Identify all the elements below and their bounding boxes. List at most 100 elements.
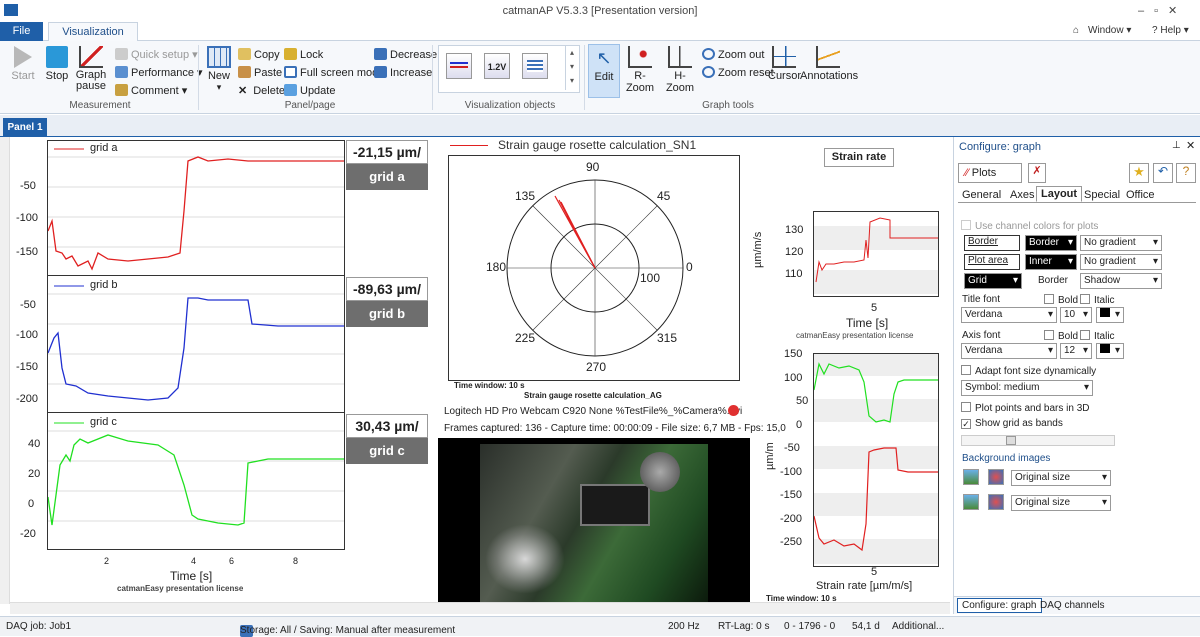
r-zoom-button[interactable]: R-Zoom: [622, 46, 658, 94]
delete-plot-icon[interactable]: ✗: [1028, 163, 1046, 183]
axis-size-select[interactable]: 12: [1060, 343, 1092, 359]
image-effect-icon[interactable]: [988, 494, 1004, 510]
image-effect-icon[interactable]: [988, 469, 1004, 485]
undo-icon[interactable]: ↶: [1153, 163, 1173, 183]
additional-status[interactable]: Additional...: [892, 621, 944, 632]
cursor-button[interactable]: Cursor: [768, 46, 801, 82]
performance-button[interactable]: Performance ▾: [115, 66, 203, 79]
axis-bold-checkbox[interactable]: Bold: [1044, 330, 1078, 342]
border-color-select[interactable]: Border: [1025, 235, 1077, 251]
update-button[interactable]: Update: [284, 84, 335, 97]
house-icon[interactable]: ⌂: [1073, 25, 1079, 36]
tab-configure-graph[interactable]: Configure: graph: [957, 598, 1042, 613]
border-gradient-select[interactable]: No gradient: [1080, 235, 1162, 251]
increase-button[interactable]: Increase: [374, 66, 432, 79]
tab-visualization[interactable]: Visualization: [48, 22, 138, 42]
image-icon[interactable]: [963, 469, 979, 485]
comment-button[interactable]: Comment ▾: [115, 84, 187, 97]
title-font-select[interactable]: Verdana: [961, 307, 1057, 323]
lock-icon: [284, 48, 297, 60]
tab-axes[interactable]: Axes: [1010, 189, 1034, 201]
grid-graph-1[interactable]: grid b: [48, 278, 344, 413]
zoom-reset-label: Zoom reset: [718, 67, 774, 79]
decrease-button[interactable]: Decrease: [374, 48, 437, 61]
plots-icon: ⁄⁄: [965, 167, 972, 179]
grid-color-select[interactable]: Grid: [964, 273, 1022, 289]
grid-graph-0[interactable]: grid a: [48, 141, 344, 276]
y-tick: -20: [20, 528, 36, 540]
pin-icon[interactable]: ⊥: [1172, 140, 1181, 151]
strain-rate-top-chart[interactable]: [813, 211, 939, 297]
new-button[interactable]: New ▾: [204, 46, 234, 93]
star-icon[interactable]: ★: [1129, 163, 1149, 183]
tab-special[interactable]: Special: [1084, 189, 1120, 201]
plot-3d-checkbox[interactable]: Plot points and bars in 3D: [961, 402, 1090, 414]
cursor-icon: [772, 46, 796, 68]
edit-button[interactable]: ↖ Edit: [588, 44, 620, 98]
annotations-button[interactable]: Annotations: [800, 46, 858, 82]
grid-graph-2[interactable]: grid c: [48, 415, 344, 550]
zoom-out-button[interactable]: Zoom out: [702, 48, 764, 61]
title-italic-checkbox[interactable]: Italic: [1080, 294, 1115, 306]
vertical-scrollbar[interactable]: [0, 137, 10, 604]
shadow-select[interactable]: Shadow: [1080, 273, 1162, 289]
paste-button[interactable]: Paste: [238, 66, 282, 79]
tab-layout[interactable]: Layout: [1036, 186, 1083, 202]
zoom-reset-button[interactable]: Zoom reset: [702, 66, 774, 79]
record-icon[interactable]: [728, 405, 739, 416]
grid-button[interactable]: grid c: [346, 438, 428, 464]
grid-button[interactable]: grid b: [346, 301, 428, 327]
title-color-select[interactable]: [1096, 307, 1124, 323]
slider-thumb[interactable]: [1006, 436, 1016, 445]
numeric-display-icon[interactable]: 1.2V: [484, 53, 510, 79]
camera-view[interactable]: [438, 438, 750, 602]
chart-object-icon[interactable]: [446, 53, 472, 79]
tab-file[interactable]: File: [0, 22, 43, 41]
graph-pause-button[interactable]: Graph pause: [74, 46, 108, 92]
window-controls[interactable]: –▫✕: [1138, 4, 1198, 17]
plots-button[interactable]: ⁄⁄ Plots: [958, 163, 1022, 183]
rt-lag-status: RT-Lag: 0 s: [718, 621, 770, 632]
help-icon[interactable]: ?: [1176, 163, 1196, 183]
quick-setup-button[interactable]: Quick setup ▾: [115, 48, 198, 61]
y-tick: 0: [796, 418, 803, 431]
graph-pause-label: Graph pause: [75, 69, 107, 92]
tab-office[interactable]: Office: [1126, 189, 1155, 201]
start-button[interactable]: Start: [8, 46, 38, 82]
plot-area-swatch[interactable]: Plot area: [964, 254, 1020, 270]
stop-button[interactable]: Stop: [42, 46, 72, 82]
title-size-select[interactable]: 10: [1060, 307, 1092, 323]
tab-panel-1[interactable]: Panel 1: [3, 118, 47, 137]
image-icon[interactable]: [963, 494, 979, 510]
h-zoom-button[interactable]: H-Zoom: [662, 46, 698, 94]
axis-color-select[interactable]: [1096, 343, 1124, 359]
grid-bands-checkbox[interactable]: ✓ Show grid as bands: [961, 418, 1063, 429]
inner-gradient-select[interactable]: No gradient: [1080, 254, 1162, 270]
slider-track[interactable]: [961, 435, 1115, 446]
tab-general[interactable]: General: [962, 189, 1001, 201]
copy-button[interactable]: Copy: [238, 48, 280, 61]
axis-font-select[interactable]: Verdana: [961, 343, 1057, 359]
horizontal-scrollbar[interactable]: [10, 602, 950, 614]
full-screen-button[interactable]: Full screen mode: [284, 66, 384, 79]
close-icon[interactable]: ✕: [1186, 139, 1195, 152]
inner-color-select[interactable]: Inner: [1025, 254, 1077, 270]
axis-italic-checkbox[interactable]: Italic: [1080, 330, 1115, 342]
window-menu[interactable]: Window ▾: [1088, 25, 1131, 36]
use-channel-colors-checkbox[interactable]: Use channel colors for plots: [961, 220, 1098, 232]
table-object-icon[interactable]: [522, 53, 548, 79]
help-menu[interactable]: ? Help ▾: [1152, 25, 1189, 36]
tab-daq-channels[interactable]: DAQ channels: [1040, 600, 1104, 611]
bg-size-select[interactable]: Original size: [1011, 495, 1111, 511]
lock-button[interactable]: Lock: [284, 48, 323, 61]
title-bold-checkbox[interactable]: Bold: [1044, 294, 1078, 306]
gallery-scroll[interactable]: ▴ ▾ ▾: [565, 46, 578, 90]
strain-rate-bottom-chart[interactable]: [813, 353, 939, 567]
border-swatch[interactable]: Border: [964, 235, 1020, 251]
bg-size-select[interactable]: Original size: [1011, 470, 1111, 486]
circuit-chip: [580, 484, 650, 526]
delete-button[interactable]: ✕ Delete: [238, 84, 285, 97]
symbol-select[interactable]: Symbol: medium: [961, 380, 1093, 396]
grid-button[interactable]: grid a: [346, 164, 428, 190]
adapt-font-checkbox[interactable]: Adapt font size dynamically: [961, 365, 1096, 377]
